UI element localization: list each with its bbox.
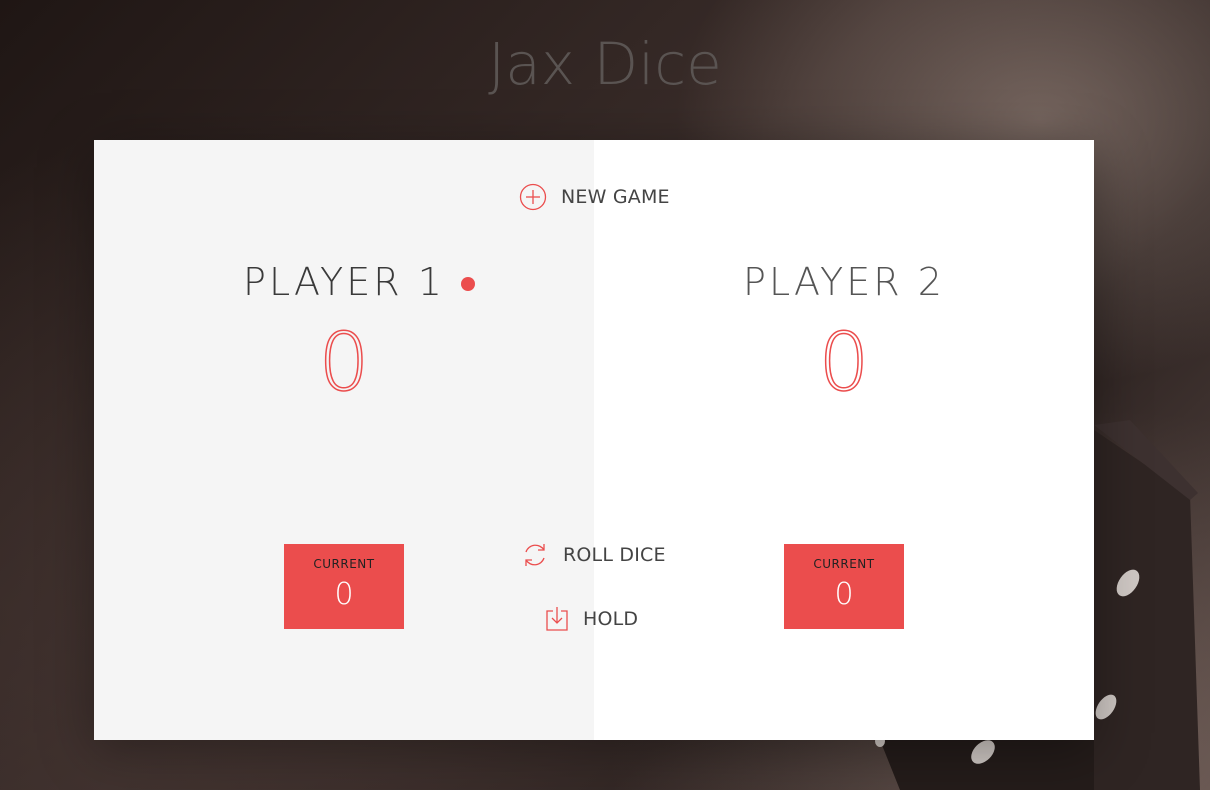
player-2-current-label: CURRENT bbox=[813, 557, 875, 571]
player-2-score: 0 bbox=[594, 316, 1094, 409]
player-1-current-box: CURRENT 0 bbox=[284, 544, 404, 629]
player-1-name: PLAYER 1 bbox=[243, 260, 445, 304]
player-2-current-score: 0 bbox=[834, 577, 854, 612]
active-player-indicator bbox=[461, 277, 475, 291]
new-game-button[interactable]: NEW GAME bbox=[518, 182, 670, 212]
app-title: Jax Dice bbox=[488, 30, 722, 98]
hold-label: HOLD bbox=[583, 608, 639, 630]
new-game-label: NEW GAME bbox=[561, 186, 670, 208]
plus-circle-icon bbox=[518, 182, 548, 212]
player-1-score-value: 0 bbox=[318, 316, 370, 409]
player-1-score: 0 bbox=[94, 316, 594, 409]
player-2-score-value: 0 bbox=[818, 316, 870, 409]
player-2-name: PLAYER 2 bbox=[743, 260, 945, 304]
roll-dice-label: ROLL DICE bbox=[563, 544, 666, 566]
player-2-current-box: CURRENT 0 bbox=[784, 544, 904, 629]
roll-dice-button[interactable]: ROLL DICE bbox=[520, 540, 666, 570]
player-2-panel: PLAYER 2 0 CURRENT 0 bbox=[594, 140, 1094, 740]
hold-button[interactable]: HOLD bbox=[545, 606, 638, 632]
game-board: PLAYER 1 0 CURRENT 0 PLAYER 2 0 CURRENT … bbox=[94, 140, 1094, 740]
player-1-current-score: 0 bbox=[334, 577, 354, 612]
player-1-panel: PLAYER 1 0 CURRENT 0 bbox=[94, 140, 594, 740]
download-icon bbox=[545, 606, 569, 632]
refresh-icon bbox=[520, 540, 550, 570]
player-1-current-label: CURRENT bbox=[313, 557, 375, 571]
